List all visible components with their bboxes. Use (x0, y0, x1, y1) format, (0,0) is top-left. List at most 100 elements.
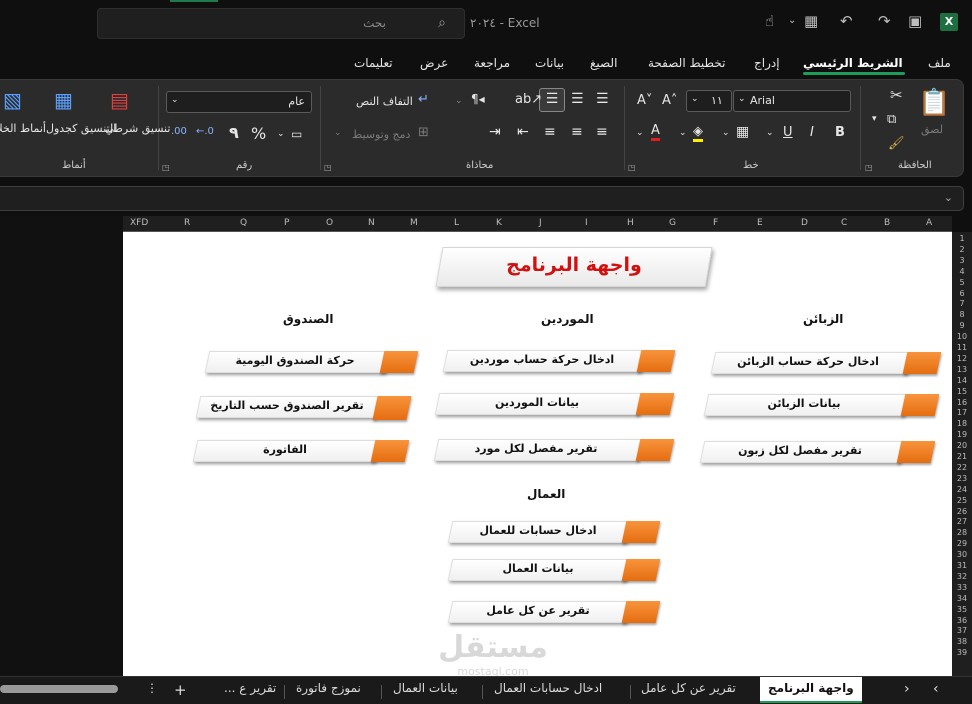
search-input[interactable]: ⌕ بحث (97, 8, 465, 39)
nav-button-customer-data[interactable]: بيانات الزبائن (703, 394, 940, 416)
conditional-format-icon[interactable]: ▤ (110, 88, 129, 112)
row-header-cell[interactable]: 24 (952, 485, 972, 494)
clipboard-launcher-icon[interactable]: ◳ (865, 163, 873, 172)
col-header-d[interactable]: D (801, 218, 808, 228)
col-header-p[interactable]: P (284, 218, 289, 228)
table-icon[interactable]: ▦ (804, 12, 818, 30)
col-header-g[interactable]: G (669, 218, 676, 228)
row-header-cell[interactable]: 13 (952, 365, 972, 374)
decrease-font-icon[interactable]: A˅ (637, 93, 652, 108)
row-header-cell[interactable]: 5 (952, 278, 972, 287)
increase-decimal-icon[interactable]: ←.0 (196, 126, 214, 137)
comma-style-button[interactable]: ٩ (229, 123, 239, 142)
paragraph-icon[interactable]: ¶◂ (471, 92, 485, 106)
menu-file[interactable]: ملف (928, 56, 951, 70)
font-color-icon[interactable]: A (651, 123, 660, 141)
font-name-select[interactable]: ⌄ Arial (733, 90, 851, 112)
borders-dropdown-icon[interactable]: ⌄ (722, 128, 730, 138)
row-header-cell[interactable]: 6 (952, 289, 972, 298)
align-middle-icon[interactable]: ☰ (539, 88, 565, 112)
row-header-cell[interactable]: 26 (952, 507, 972, 516)
add-sheet-icon[interactable]: + (174, 681, 187, 699)
row-header-cell[interactable]: 34 (952, 594, 972, 603)
row-header-cell[interactable]: 7 (952, 299, 972, 308)
cell-styles-icon[interactable]: ▧ (3, 88, 22, 112)
number-launcher-icon[interactable]: ◳ (162, 163, 170, 172)
row-header-cell[interactable]: 4 (952, 267, 972, 276)
merge-center-button[interactable]: دمج وتوسيط (352, 128, 410, 141)
menu-data[interactable]: بيانات (535, 56, 564, 70)
alignment-launcher-icon[interactable]: ◳ (324, 163, 332, 172)
align-bottom-icon[interactable]: ☰ (571, 91, 584, 107)
borders-icon[interactable]: ▦ (736, 124, 749, 140)
row-header-cell[interactable]: 11 (952, 343, 972, 352)
col-header-e[interactable]: E (757, 218, 763, 228)
row-header-cell[interactable]: 3 (952, 256, 972, 265)
save-icon[interactable]: ▣ (908, 12, 922, 30)
nav-button-supplier-data[interactable]: بيانات الموردين (434, 393, 675, 415)
font-launcher-icon[interactable]: ◳ (628, 163, 636, 172)
col-header-c[interactable]: C (841, 218, 847, 228)
number-format-select[interactable]: ⌄ عام (166, 91, 312, 113)
col-header-n[interactable]: N (368, 218, 375, 228)
touch-mode-icon[interactable]: ☝ (765, 12, 774, 30)
cut-icon[interactable]: ✂ (890, 86, 903, 104)
format-as-table-label[interactable]: التنسيق كجدول (46, 121, 116, 136)
sheet-tab-dashboard[interactable]: واجهة البرنامج (760, 677, 862, 703)
col-header-b[interactable]: B (884, 218, 890, 228)
row-header-cell[interactable]: 38 (952, 637, 972, 646)
row-header-cell[interactable]: 39 (952, 648, 972, 657)
italic-button[interactable]: I (810, 125, 814, 140)
row-header-cell[interactable]: 22 (952, 463, 972, 472)
row-header-cell[interactable]: 21 (952, 452, 972, 461)
row-header-cell[interactable]: 15 (952, 387, 972, 396)
sheet-tab-report-truncated[interactable]: تقرير ع ... (224, 681, 276, 695)
row-header-cell[interactable]: 20 (952, 441, 972, 450)
sheet-tab-invoice-form[interactable]: نموزج فاتورة (296, 681, 361, 695)
row-header-cell[interactable]: 33 (952, 583, 972, 592)
row-header-cell[interactable]: 9 (952, 321, 972, 330)
row-header-cell[interactable]: 19 (952, 430, 972, 439)
fill-color-icon[interactable]: ◈ (693, 124, 703, 142)
row-header-cell[interactable]: 8 (952, 310, 972, 319)
percent-button[interactable]: % (251, 124, 266, 143)
sheet-tab-worker-accounts[interactable]: ادخال حسابات العمال (494, 681, 602, 695)
decrease-decimal-icon[interactable]: .00 (171, 126, 187, 137)
nav-button-daily-cashbox[interactable]: حركة الصندوق اليومية (204, 351, 419, 373)
currency-dropdown-icon[interactable]: ⌄ (277, 129, 285, 139)
menu-formulas[interactable]: الصيغ (590, 56, 617, 70)
redo-icon[interactable]: ↷ (878, 12, 891, 30)
row-header-cell[interactable]: 35 (952, 605, 972, 614)
decrease-indent-icon[interactable]: ⇤ (517, 124, 529, 140)
col-header-a[interactable]: A (926, 218, 932, 228)
wrap-text-icon[interactable]: ↵ (418, 92, 429, 107)
paragraph-dropdown-icon[interactable]: ⌄ (455, 96, 463, 106)
align-right-icon[interactable]: ≡ (596, 124, 608, 140)
row-header-cell[interactable]: 36 (952, 616, 972, 625)
row-header-cell[interactable]: 12 (952, 354, 972, 363)
scroll-left-icon[interactable]: ‹ (904, 681, 910, 697)
nav-button-worker-accounts[interactable]: ادخال حسابات للعمال (447, 521, 661, 543)
align-top-icon[interactable]: ☰ (596, 91, 609, 107)
nav-button-supplier-report[interactable]: تقرير مفصل لكل مورد (433, 439, 675, 461)
scroll-right-icon[interactable]: › (933, 681, 939, 697)
increase-font-icon[interactable]: A˄ (662, 93, 677, 108)
row-header-cell[interactable]: 29 (952, 539, 972, 548)
menu-help[interactable]: تعليمات (354, 56, 393, 70)
row-header-cell[interactable]: 28 (952, 528, 972, 537)
row-header-cell[interactable]: 37 (952, 626, 972, 635)
col-header-j[interactable]: J (539, 218, 542, 228)
row-header-cell[interactable]: 31 (952, 561, 972, 570)
paste-icon[interactable]: 📋 (918, 88, 950, 118)
more-options-icon[interactable]: ⋮ (146, 681, 158, 695)
row-header-cell[interactable]: 16 (952, 398, 972, 407)
increase-indent-icon[interactable]: ⇥ (489, 124, 501, 140)
horizontal-scrollbar[interactable] (0, 685, 118, 693)
merge-icon[interactable]: ⊞ (418, 125, 429, 140)
copy-icon[interactable]: ⧉ (887, 112, 896, 127)
col-header-h[interactable]: H (627, 218, 634, 228)
worksheet[interactable]: واجهة البرنامج الزبائن الموردين الصندوق … (123, 232, 952, 676)
nav-button-cashbox-by-date[interactable]: تقرير الصندوق حسب التاريخ (195, 396, 412, 420)
nav-button-worker-report[interactable]: تقرير عن كل عامل (447, 601, 661, 623)
col-header-o[interactable]: O (326, 218, 333, 228)
